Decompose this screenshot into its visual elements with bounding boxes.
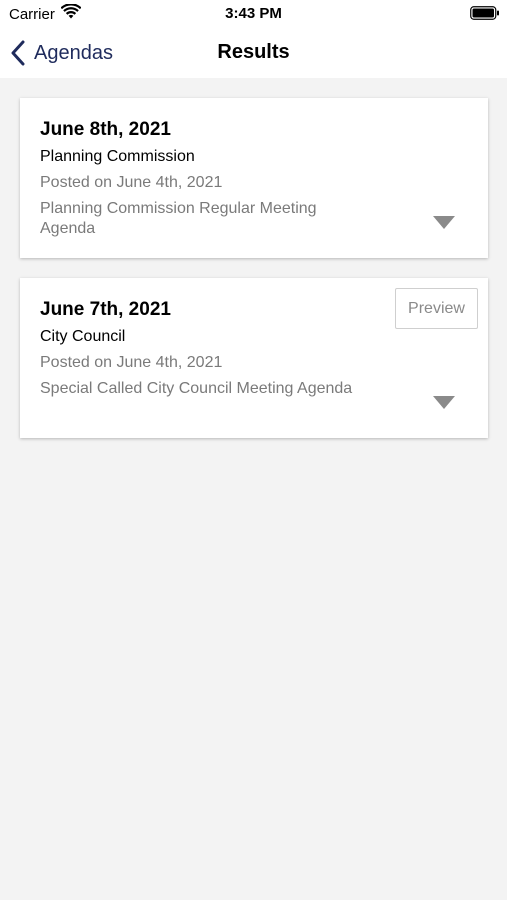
agenda-card[interactable]: June 7th, 2021 Preview City Council Post…: [20, 278, 488, 438]
expand-button[interactable]: [430, 214, 458, 232]
posted-date: Posted on June 4th, 2021: [40, 174, 223, 191]
preview-button[interactable]: Preview: [395, 288, 478, 329]
meeting-date: June 8th, 2021: [40, 119, 171, 140]
meeting-body: Planning Commission: [40, 148, 195, 165]
clock-time: 3:43 PM: [225, 5, 282, 22]
meeting-description: Planning Commission Regular Meeting Agen…: [40, 200, 317, 237]
meeting-body: City Council: [40, 328, 126, 345]
expand-button[interactable]: [430, 394, 458, 412]
posted-date: Posted on June 4th, 2021: [40, 354, 223, 371]
battery-icon: [470, 6, 499, 20]
caret-down-icon: [433, 396, 455, 409]
results-screen: Carrier 3:43 PM Agendas Results June 8th…: [0, 0, 507, 900]
status-bar: Carrier 3:43 PM: [0, 0, 507, 28]
caret-down-icon: [433, 216, 455, 229]
page-title: Results: [217, 41, 290, 63]
meeting-description: Special Called City Council Meeting Agen…: [40, 380, 353, 397]
navigation-bar: Agendas Results: [0, 28, 507, 78]
meeting-date: June 7th, 2021: [40, 299, 171, 320]
agenda-card[interactable]: June 8th, 2021 Planning Commission Poste…: [20, 98, 488, 258]
